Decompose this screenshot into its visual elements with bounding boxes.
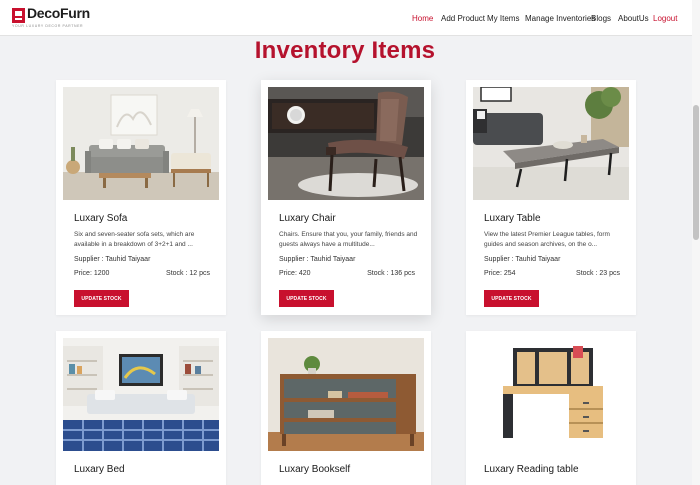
item-supplier: Supplier : Tauhid Taiyaar — [484, 256, 561, 263]
nav-my-items[interactable]: My Items — [487, 14, 519, 23]
update-stock-button[interactable]: UPDATE STOCK — [74, 290, 129, 307]
item-description: View the latest Premier League tables, f… — [484, 231, 610, 248]
inventory-card: Luxary Bed — [56, 331, 226, 485]
item-name: Luxary Table — [484, 213, 541, 224]
inventory-card: Luxary Bookself — [261, 331, 431, 485]
inventory-card: Luxary Table View the latest Premier Lea… — [466, 80, 636, 315]
page-title: Inventory Items — [254, 37, 436, 64]
brand-logo[interactable]: DecoFurn YOUR LUXURY DECOR PARTNER — [12, 5, 90, 29]
item-stock: Stock : 23 pcs — [576, 270, 620, 277]
item-name: Luxary Bookself — [279, 464, 351, 475]
item-stock: Stock : 12 pcs — [166, 270, 210, 277]
item-supplier: Supplier : Tauhid Taiyaar — [279, 256, 356, 263]
nav-logout[interactable]: Logout — [653, 14, 677, 23]
nav-home[interactable]: Home — [412, 14, 433, 23]
nav-add-product[interactable]: Add Product — [441, 14, 485, 23]
update-stock-button[interactable]: UPDATE STOCK — [279, 290, 334, 307]
item-image — [268, 338, 424, 451]
item-name: Luxary Bed — [74, 464, 125, 475]
item-image — [268, 87, 424, 200]
item-name: Luxary Chair — [279, 213, 336, 224]
item-image — [63, 87, 219, 200]
item-name: Luxary Sofa — [74, 213, 128, 224]
item-name: Luxary Reading table — [484, 464, 579, 475]
item-image — [473, 87, 629, 200]
item-price: Price: 420 — [279, 270, 311, 277]
item-price: Price: 1200 — [74, 270, 110, 277]
item-supplier: Supplier : Tauhid Taiyaar — [74, 256, 151, 263]
inventory-card: Luxary Sofa Six and seven-seater sofa se… — [56, 80, 226, 315]
nav-blogs[interactable]: Blogs — [591, 14, 611, 23]
item-image — [473, 338, 629, 451]
item-description: Six and seven-seater sofa sets, which ar… — [74, 231, 195, 248]
update-stock-button[interactable]: UPDATE STOCK — [484, 290, 539, 307]
scrollbar-thumb[interactable] — [693, 105, 699, 240]
nav-manage-inventories[interactable]: Manage Inventories — [525, 14, 595, 23]
inventory-card: Luxary Chair Chairs. Ensure that you, yo… — [261, 80, 431, 315]
brand-tagline: YOUR LUXURY DECOR PARTNER — [12, 24, 84, 28]
item-description: Chairs. Ensure that you, your family, fr… — [279, 231, 418, 248]
logo-icon — [12, 8, 25, 23]
page-scrollbar[interactable] — [692, 0, 700, 485]
brand-name: DecoFurn — [27, 5, 90, 21]
item-stock: Stock : 136 pcs — [367, 270, 415, 277]
navbar: DecoFurn YOUR LUXURY DECOR PARTNER Home … — [0, 0, 700, 36]
item-image — [63, 338, 219, 451]
inventory-card: Luxary Reading table — [466, 331, 636, 485]
item-price: Price: 254 — [484, 270, 516, 277]
nav-about-us[interactable]: AboutUs — [618, 14, 649, 23]
